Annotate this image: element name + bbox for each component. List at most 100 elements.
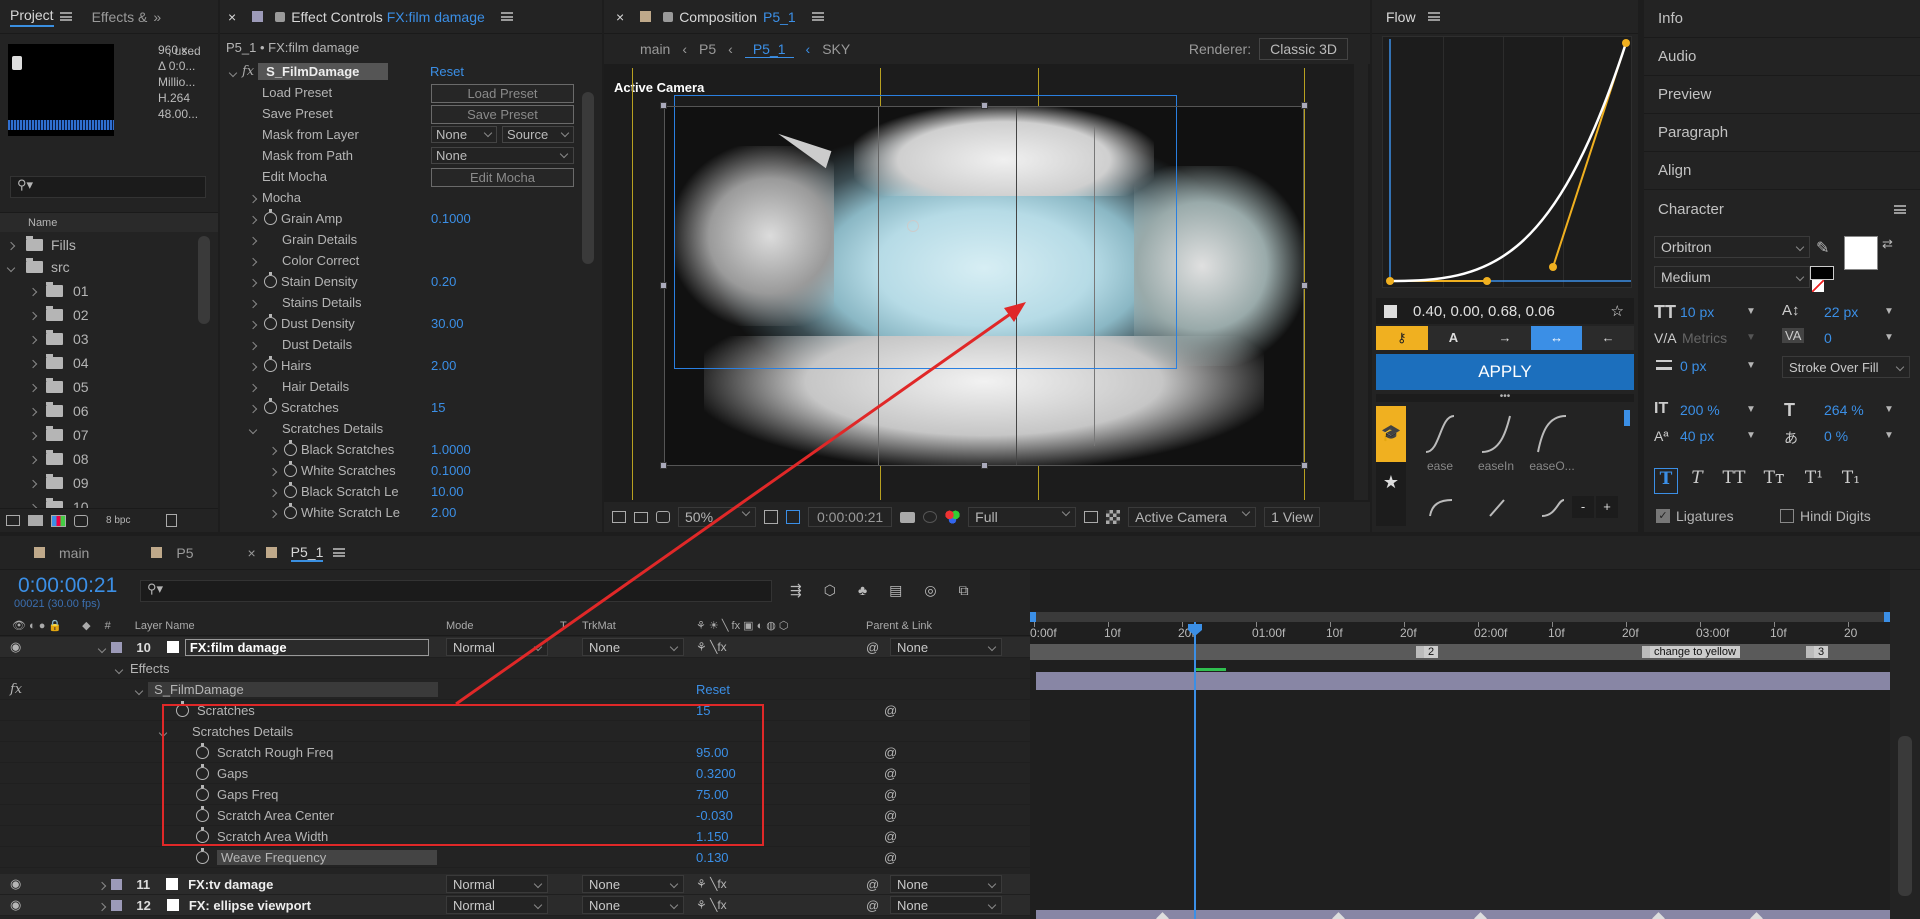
menu-icon[interactable] (59, 12, 72, 21)
handle[interactable] (660, 102, 667, 109)
list-item[interactable]: 09 (0, 472, 196, 493)
chevron-right-icon[interactable] (6, 237, 20, 252)
resolution-select[interactable]: Full (968, 507, 1077, 527)
chevron-right-icon[interactable] (248, 190, 258, 205)
layer-name[interactable]: FX:film damage (184, 638, 429, 656)
crumb-p5-1[interactable]: P5_1 (744, 41, 794, 58)
mask-visibility-icon[interactable] (786, 510, 800, 524)
chevron-right-icon[interactable] (268, 463, 278, 478)
chevron-right-icon[interactable] (268, 505, 278, 520)
project-search-input[interactable]: ⚲▾ (10, 176, 206, 198)
list-item[interactable]: Fills (0, 234, 196, 255)
tracking-value[interactable]: 0 (1824, 330, 1832, 346)
property-row[interactable]: Dust Density (220, 313, 582, 334)
chevron-right-icon[interactable] (28, 427, 38, 442)
column-layer-name[interactable]: Layer Name (135, 620, 195, 632)
pickwhip-icon[interactable]: @ (884, 703, 897, 718)
horizontal-scale-value[interactable]: 264 % (1824, 402, 1864, 418)
eye-icon[interactable]: ◉ (10, 876, 21, 892)
kerning-dropdown[interactable]: ▼ (1746, 332, 1756, 343)
effect-name[interactable]: S_FilmDamage (148, 681, 439, 697)
label-color-swatch[interactable] (111, 878, 123, 890)
fx-icon[interactable]: fx (242, 64, 254, 79)
always-preview-icon[interactable] (612, 511, 626, 523)
crumb-main[interactable]: main (640, 41, 670, 57)
favorites-star-icon[interactable]: ★ (1376, 462, 1406, 502)
trkmat-select[interactable]: None (582, 638, 684, 656)
remove-preset-button[interactable]: - (1572, 496, 1594, 518)
marker[interactable]: 3 (1806, 646, 1829, 658)
effect-reset-link[interactable]: Reset (696, 682, 730, 697)
preset-curve-icon[interactable] (1482, 496, 1512, 520)
chevron-right-icon[interactable] (268, 484, 278, 499)
timecode-button[interactable]: 0:00:00:21 (808, 507, 893, 527)
chevron-right-icon[interactable] (28, 451, 38, 466)
ligatures-checkbox[interactable]: ✓ Ligatures (1656, 508, 1734, 524)
horizontal-scale-dropdown[interactable]: ▼ (1884, 404, 1894, 415)
chevron-right-icon[interactable] (248, 232, 258, 247)
composition-flowchart-icon[interactable]: ⇶ (790, 582, 802, 599)
pickwhip-icon[interactable]: @ (884, 745, 897, 760)
property-row[interactable]: Grain Details (220, 229, 582, 250)
stopwatch-icon[interactable] (196, 847, 209, 864)
list-item[interactable]: 01 (0, 280, 196, 301)
apply-button[interactable]: APPLY (1376, 354, 1634, 390)
comp-viewer[interactable]: Active Camera (604, 64, 1350, 500)
marker[interactable]: change to yellow (1642, 646, 1740, 658)
tab-main[interactable]: main (59, 545, 89, 561)
chevron-right-icon[interactable] (248, 316, 258, 331)
chevron-right-icon[interactable] (248, 400, 258, 415)
time-ruler[interactable]: 0:00f 10f 20f 01:00f 10f 20f 02:00f 10f 20f 03:00… (1030, 622, 1890, 644)
layer-name[interactable]: FX: ellipse viewport (189, 898, 311, 913)
key-icon[interactable]: ⚷ (1376, 326, 1428, 350)
project-column-header[interactable]: Name (0, 212, 218, 232)
property-row[interactable]: Weave Frequency 0.130 @ (0, 847, 1030, 868)
eye-icon[interactable]: ◉ (10, 897, 21, 913)
property-row[interactable]: Black Scratches (220, 439, 582, 460)
stopwatch-icon[interactable] (264, 398, 277, 414)
anchor-point-icon[interactable] (907, 220, 919, 232)
lock-icon[interactable] (275, 11, 286, 22)
stroke-width-dropdown[interactable]: ▼ (1746, 360, 1756, 371)
chevron-right-icon[interactable] (248, 358, 258, 373)
black-scratches-value[interactable]: 1.0000 (431, 442, 471, 457)
black-scratch-length-value[interactable]: 10.00 (431, 484, 464, 499)
kerning-value[interactable]: Metrics (1682, 330, 1727, 346)
stopwatch-icon[interactable] (284, 503, 297, 519)
chevron-right-icon[interactable] (98, 877, 107, 892)
tab-project[interactable]: Project (0, 0, 82, 33)
pickwhip-icon[interactable]: @ (866, 898, 879, 913)
transparency-grid-icon[interactable] (1106, 510, 1121, 524)
property-row[interactable]: Hairs (220, 355, 582, 376)
region-of-interest-icon[interactable] (1084, 511, 1099, 523)
views-select[interactable]: 1 View (1264, 507, 1320, 527)
grain-amp-value[interactable]: 0.1000 (431, 211, 471, 226)
dust-density-value[interactable]: 30.00 (431, 316, 464, 331)
chevron-right-icon[interactable] (98, 898, 107, 913)
property-row[interactable]: White Scratch Le (220, 502, 582, 523)
bpc-label[interactable]: 8 bpc (106, 515, 130, 526)
new-composition-icon[interactable] (51, 514, 66, 527)
stopwatch-icon[interactable] (264, 209, 277, 225)
chevron-right-icon[interactable] (28, 355, 38, 370)
pickwhip-icon[interactable]: @ (866, 640, 879, 655)
leading-dropdown[interactable]: ▼ (1884, 306, 1894, 317)
eyedropper-icon[interactable]: ✎ (1816, 238, 1829, 258)
chevron-down-icon[interactable] (228, 64, 238, 79)
layer-row[interactable]: ◉ 10 FX:film damage Normal None ⚘ ╲fx @ … (0, 637, 1030, 658)
vertical-scale-dropdown[interactable]: ▼ (1746, 404, 1756, 415)
bezier-curve[interactable] (1383, 37, 1633, 289)
font-style-select[interactable]: Medium (1654, 266, 1810, 288)
swap-colors-icon[interactable]: ⇄ (1882, 236, 1893, 252)
handle[interactable] (1301, 282, 1308, 289)
effect-name[interactable]: S_FilmDamage (258, 63, 389, 80)
parent-select[interactable]: None (890, 896, 1002, 914)
effect-row[interactable]: fx S_FilmDamage Reset (0, 679, 1030, 700)
list-item[interactable]: 04 (0, 352, 196, 373)
chevron-right-icon[interactable] (248, 211, 258, 226)
marker[interactable]: 2 (1416, 646, 1439, 658)
stroke-width-value[interactable]: 0 px (1680, 358, 1706, 374)
chevron-down-icon[interactable] (248, 421, 258, 436)
property-row[interactable]: Color Correct (220, 250, 582, 271)
new-folder-icon[interactable] (28, 515, 43, 526)
